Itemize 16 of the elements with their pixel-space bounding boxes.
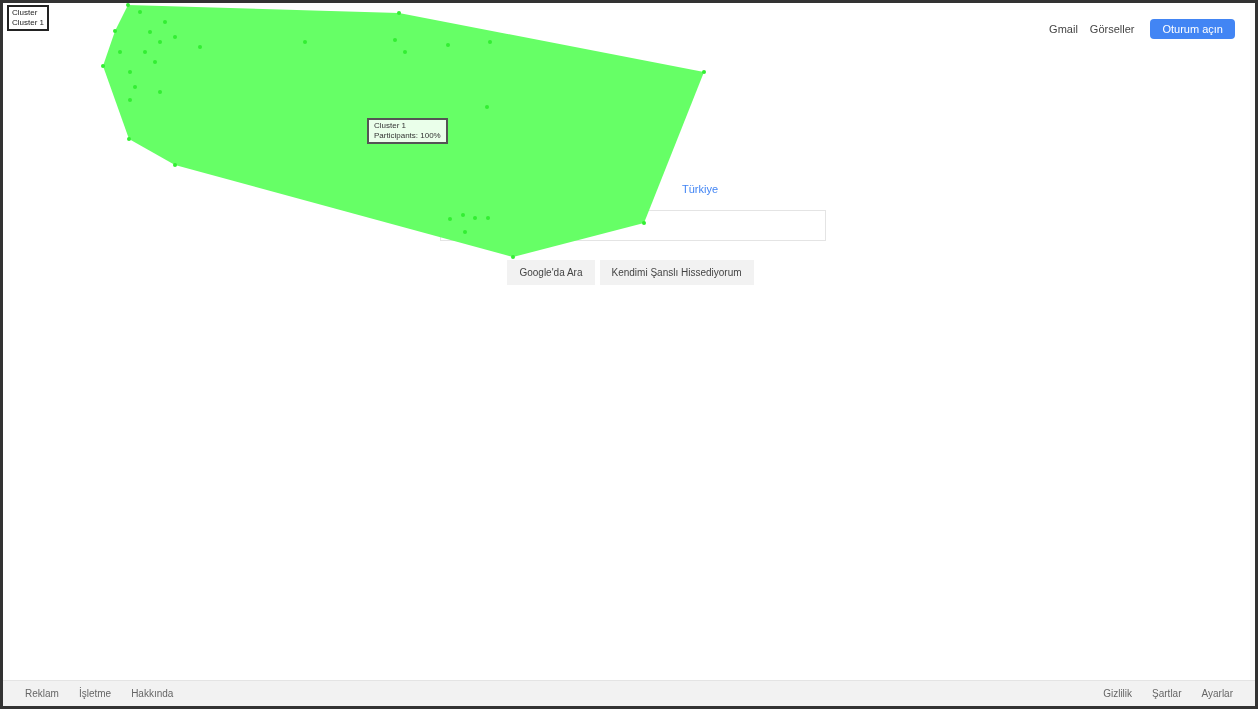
footer-link[interactable]: İşletme xyxy=(78,686,112,701)
tooltip-title: Cluster 1 xyxy=(374,121,407,131)
footer-link[interactable]: Gizlilik xyxy=(1103,686,1133,701)
footer-link[interactable]: Hakkında xyxy=(131,686,174,701)
legend-title: Cluster xyxy=(12,8,39,18)
search-button[interactable]: Google'da Ara xyxy=(507,259,595,285)
footer-link[interactable]: Şartlar xyxy=(1152,686,1182,701)
top-link[interactable]: Gmail xyxy=(1049,20,1078,38)
legend-item: Cluster 1 xyxy=(12,18,44,28)
sign-in-button[interactable]: Oturum açın xyxy=(1150,19,1235,39)
search-button[interactable]: Kendimi Şanslı Hissediyorum xyxy=(599,259,754,285)
top-link[interactable]: Görseller xyxy=(1089,20,1135,38)
region-link[interactable]: Türkiye xyxy=(681,181,719,198)
footer-link[interactable]: Ayarlar xyxy=(1201,686,1233,701)
footer-link[interactable]: Reklam xyxy=(25,686,59,701)
tooltip-text: Participants: 100% xyxy=(374,131,441,141)
